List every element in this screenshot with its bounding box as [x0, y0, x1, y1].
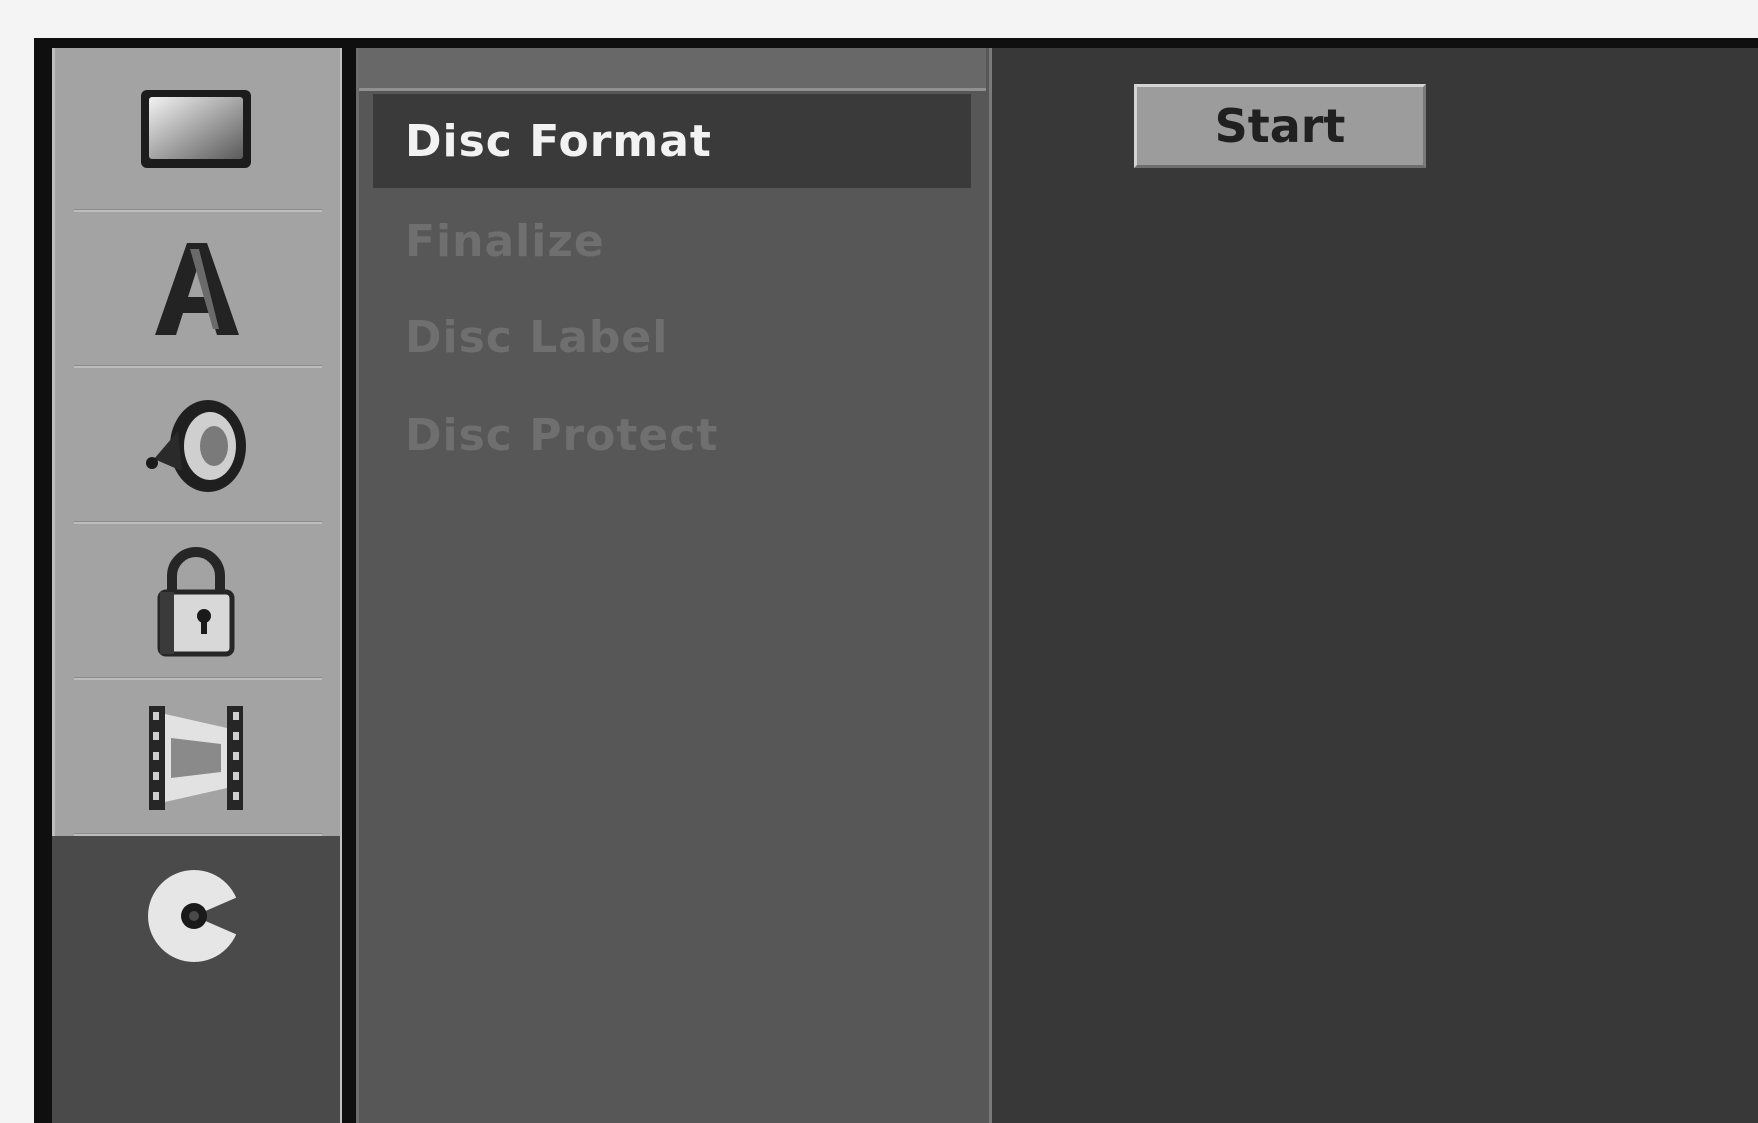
menu-item-finalize[interactable]: Finalize — [373, 194, 971, 288]
sidebar-item-lock[interactable] — [52, 524, 340, 680]
menu-item-label: Disc Label — [405, 311, 669, 363]
menu-header-bar — [359, 48, 986, 91]
sidebar-item-disc[interactable] — [52, 836, 340, 1123]
menu-item-label: Disc Format — [405, 115, 712, 167]
tv-screen-icon — [141, 90, 251, 168]
padlock-icon — [157, 547, 235, 657]
menu-item-label: Disc Protect — [405, 409, 719, 461]
sidebar-item-recording[interactable] — [52, 680, 340, 836]
language-a-icon — [155, 243, 239, 335]
setup-menu-screen: Disc Format Finalize Disc Label Disc Pro… — [34, 38, 1758, 1123]
menu-item-disc-label[interactable]: Disc Label — [373, 290, 971, 384]
speaker-audio-icon — [146, 400, 246, 492]
menu-item-label: Finalize — [405, 215, 605, 267]
disc-icon — [148, 870, 245, 962]
category-sidebar — [52, 48, 342, 1123]
menu-item-disc-protect[interactable]: Disc Protect — [373, 388, 971, 482]
option-panel: Start — [992, 48, 1758, 1123]
sidebar-item-display[interactable] — [52, 48, 340, 212]
film-strip-icon — [149, 706, 243, 810]
disc-menu-panel: Disc Format Finalize Disc Label Disc Pro… — [356, 48, 992, 1123]
sidebar-item-audio[interactable] — [52, 368, 340, 524]
sidebar-item-language[interactable] — [52, 212, 340, 368]
start-button[interactable]: Start — [1134, 84, 1426, 168]
start-button-label: Start — [1214, 99, 1346, 153]
menu-item-disc-format[interactable]: Disc Format — [373, 94, 971, 188]
